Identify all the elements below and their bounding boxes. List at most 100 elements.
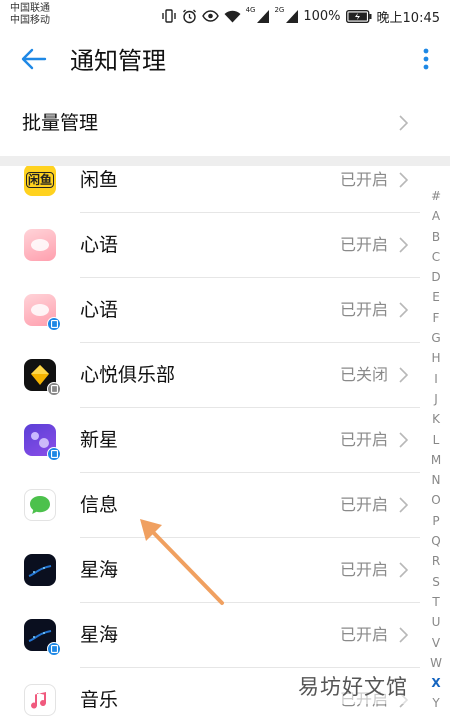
status-icons: 4G 2G 100% 晚上10:45 — [161, 6, 440, 26]
batch-management-row[interactable]: 批量管理 — [0, 90, 450, 156]
list-item-xinghai-clone[interactable]: 星海 已开启 — [0, 603, 420, 668]
index-letter-y[interactable]: Y — [428, 693, 444, 713]
back-button[interactable] — [16, 46, 52, 76]
twin-app-badge-icon — [47, 317, 61, 331]
chevron-right-icon — [398, 432, 409, 448]
messages-app-icon — [24, 489, 56, 521]
carrier-1: 中国联通 — [10, 3, 50, 14]
notification-status: 已开启 — [339, 235, 388, 254]
index-letter-t[interactable]: T — [428, 592, 444, 612]
index-letter-q[interactable]: Q — [428, 531, 444, 551]
list-item-messages[interactable]: 信息 已开启 — [0, 473, 420, 538]
index-letter-w[interactable]: W — [428, 653, 444, 673]
clock-time: 晚上10:45 — [376, 10, 440, 26]
xianyu-app-icon: 闲鱼 — [24, 166, 56, 196]
index-letter-hash[interactable]: # — [428, 186, 444, 206]
section-divider — [0, 156, 450, 166]
index-letter-b[interactable]: B — [428, 227, 444, 247]
app-notification-list[interactable]: 闲鱼 闲鱼 已开启 心语 已开启 心语 已开启 心悦俱乐部 已关闭 新星 已开启… — [0, 166, 420, 720]
list-item-xinyue-club[interactable]: 心悦俱乐部 已关闭 — [0, 343, 420, 408]
watermark: 易坊好文馆 — [292, 670, 414, 704]
signal-icon — [257, 9, 270, 23]
vibrate-icon — [161, 9, 177, 23]
twin-app-badge-icon — [47, 382, 61, 396]
notification-status: 已关闭 — [339, 365, 388, 384]
chevron-right-icon — [398, 497, 409, 513]
chevron-right-icon — [398, 302, 409, 318]
index-letter-x[interactable]: X — [428, 673, 444, 693]
carrier-2: 中国移动 — [10, 15, 50, 26]
index-letter-a[interactable]: A — [428, 206, 444, 226]
xinghai-app-icon — [24, 619, 61, 656]
index-letter-u[interactable]: U — [428, 612, 444, 632]
alarm-icon — [182, 9, 197, 24]
index-letter-e[interactable]: E — [428, 287, 444, 307]
notification-status: 已开启 — [339, 430, 388, 449]
xinyu-app-icon — [24, 294, 61, 331]
chevron-right-icon — [398, 115, 409, 131]
chevron-right-icon — [398, 237, 409, 253]
index-letter-r[interactable]: R — [428, 551, 444, 571]
list-item-xinyu-clone[interactable]: 心语 已开启 — [0, 278, 420, 343]
list-item-xinyu[interactable]: 心语 已开启 — [0, 213, 420, 278]
app-name: 心悦俱乐部 — [80, 364, 176, 386]
network-type-2: 2G — [274, 6, 285, 14]
twin-app-badge-icon — [47, 447, 61, 461]
chevron-right-icon — [398, 172, 409, 188]
xinyu-app-icon — [24, 229, 56, 261]
index-letter-v[interactable]: V — [428, 633, 444, 653]
index-letter-h[interactable]: H — [428, 348, 444, 368]
index-letter-c[interactable]: C — [428, 247, 444, 267]
app-name: 音乐 — [80, 689, 119, 711]
notification-status: 已开启 — [339, 625, 388, 644]
app-name: 心语 — [80, 299, 119, 321]
app-name: 信息 — [80, 494, 119, 516]
index-letter-p[interactable]: P — [428, 511, 444, 531]
watermark-text: 易坊好文馆 — [298, 675, 408, 699]
carrier-info: 中国联通 中国移动 — [10, 3, 50, 27]
xinghai-app-icon — [24, 554, 56, 586]
xinyue-club-app-icon — [24, 359, 61, 396]
twin-app-badge-icon — [47, 642, 61, 656]
notification-status: 已开启 — [339, 170, 388, 189]
battery-percent: 100% — [303, 8, 341, 24]
network-type-1: 4G — [245, 6, 256, 14]
alphabet-index-bar[interactable]: # A B C D E F G H I J K L M N O P Q R S T U V W X Y — [428, 186, 444, 714]
notification-status: 已开启 — [339, 300, 388, 319]
battery-icon — [345, 9, 372, 23]
list-item-xinxing[interactable]: 新星 已开启 — [0, 408, 420, 473]
index-letter-f[interactable]: F — [428, 308, 444, 328]
index-letter-l[interactable]: L — [428, 430, 444, 450]
list-item-xianyu[interactable]: 闲鱼 闲鱼 已开启 — [0, 166, 420, 213]
app-name: 闲鱼 — [80, 169, 119, 191]
index-letter-k[interactable]: K — [428, 409, 444, 429]
chevron-right-icon — [398, 562, 409, 578]
chevron-right-icon — [398, 367, 409, 383]
batch-management-label: 批量管理 — [22, 112, 99, 134]
list-item-xinghai[interactable]: 星海 已开启 — [0, 538, 420, 603]
index-letter-j[interactable]: J — [428, 389, 444, 409]
app-name: 星海 — [80, 559, 119, 581]
index-letter-d[interactable]: D — [428, 267, 444, 287]
app-name: 新星 — [80, 429, 119, 451]
notification-status: 已开启 — [339, 495, 388, 514]
app-name: 心语 — [80, 234, 119, 256]
index-letter-s[interactable]: S — [428, 572, 444, 592]
index-letter-g[interactable]: G — [428, 328, 444, 348]
more-vertical-icon — [423, 48, 429, 74]
wifi-icon — [224, 10, 241, 23]
arrow-left-icon — [21, 48, 47, 74]
xinxing-app-icon — [24, 424, 61, 461]
index-letter-n[interactable]: N — [428, 470, 444, 490]
app-name: 星海 — [80, 624, 119, 646]
music-app-icon — [24, 684, 56, 716]
title-bar: 通知管理 — [0, 32, 450, 90]
page-title: 通知管理 — [70, 47, 166, 75]
chevron-right-icon — [398, 627, 409, 643]
index-letter-m[interactable]: M — [428, 450, 444, 470]
notification-status: 已开启 — [339, 560, 388, 579]
index-letter-i[interactable]: I — [428, 369, 444, 389]
more-options-button[interactable] — [416, 46, 436, 76]
signal-icon — [286, 9, 299, 23]
index-letter-o[interactable]: O — [428, 490, 444, 510]
